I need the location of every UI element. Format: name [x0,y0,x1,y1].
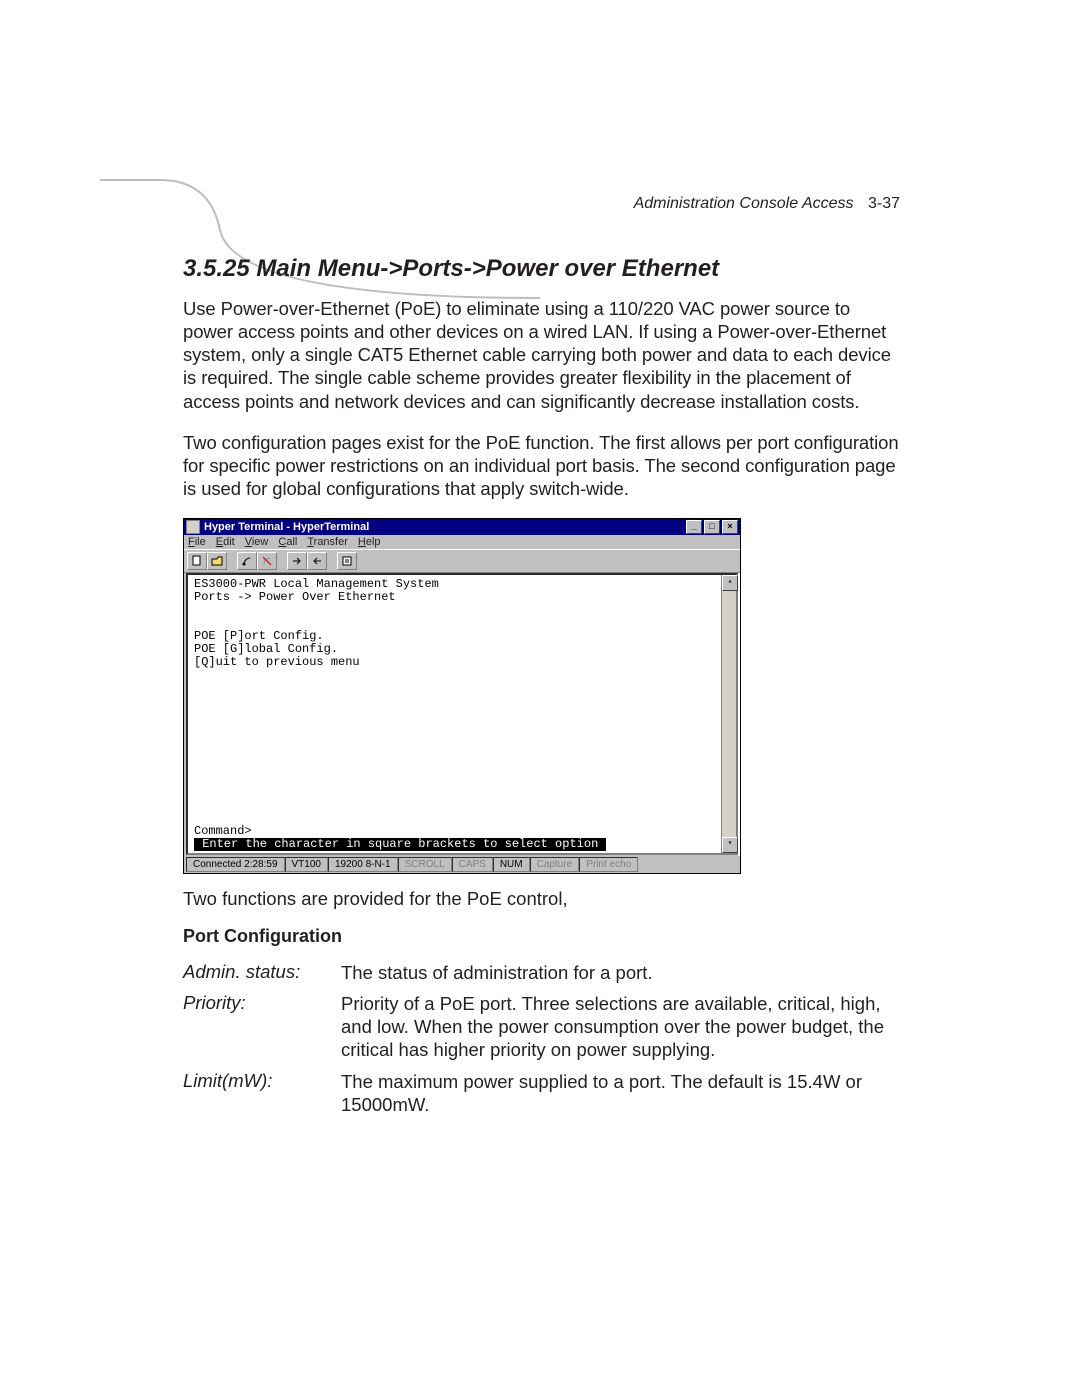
toolbar-disconnect-icon[interactable] [257,552,277,570]
def-desc: Priority of a PoE port. Three selections… [341,988,901,1065]
def-desc: The status of administration for a port. [341,957,901,988]
page-number: 3-37 [868,195,900,212]
paragraph-2: Two configuration pages exist for the Po… [183,431,901,500]
def-row-admin-status: Admin. status: The status of administrat… [183,957,901,988]
status-capture: Capture [530,857,580,872]
toolbar-open-icon[interactable] [207,552,227,570]
toolbar [184,549,740,573]
menubar: File Edit View Call Transfer Help [184,535,740,549]
port-config-heading: Port Configuration [183,926,901,947]
scroll-down-icon[interactable]: ▾ [722,837,738,853]
paragraph-1: Use Power-over-Ethernet (PoE) to elimina… [183,297,901,413]
term-line-1: ES3000-PWR Local Management System [194,577,439,591]
terminal-frame: ES3000-PWR Local Management System Ports… [186,573,738,855]
statusbar: Connected 2:28:59 VT100 19200 8-N-1 SCRO… [184,856,740,873]
running-title: Administration Console Access [634,195,854,212]
scroll-up-icon[interactable]: ▴ [722,575,738,591]
status-num: NUM [493,857,530,872]
term-opt-port: POE [P]ort Config. [194,629,324,643]
term-opt-global: POE [G]lobal Config. [194,642,338,656]
menu-call[interactable]: Call [278,536,297,548]
titlebar: Hyper Terminal - HyperTerminal _ □ × [184,519,740,535]
toolbar-new-icon[interactable] [187,552,207,570]
close-button[interactable]: × [722,520,738,534]
running-header: Administration Console Access 3-37 [634,195,900,213]
window-title: Hyper Terminal - HyperTerminal [204,521,686,533]
status-print-echo: Print echo [579,857,638,872]
status-scroll: SCROLL [398,857,452,872]
resize-grip-icon[interactable] [724,857,738,871]
status-emulation: VT100 [285,857,328,872]
section-heading: 3.5.25 Main Menu->Ports->Power over Ethe… [183,255,901,283]
app-icon [186,520,200,534]
status-connected: Connected 2:28:59 [186,857,285,872]
menu-edit[interactable]: Edit [216,536,235,548]
menu-file[interactable]: File [188,536,206,548]
page: Administration Console Access 3-37 3.5.2… [0,0,1080,1397]
menu-help[interactable]: Help [358,536,381,548]
toolbar-receive-icon[interactable] [307,552,327,570]
status-caps: CAPS [452,857,493,872]
definition-table: Admin. status: The status of administrat… [183,957,901,1120]
toolbar-connect-icon[interactable] [237,552,257,570]
paragraph-below-screenshot: Two functions are provided for the PoE c… [183,888,901,910]
status-line-settings: 19200 8-N-1 [328,857,398,872]
def-row-priority: Priority: Priority of a PoE port. Three … [183,988,901,1065]
def-row-limit: Limit(mW): The maximum power supplied to… [183,1066,901,1120]
term-prompt: Command> [194,824,252,838]
def-term: Admin. status: [183,957,341,988]
def-term: Priority: [183,988,341,1065]
toolbar-properties-icon[interactable] [337,552,357,570]
menu-view[interactable]: View [245,536,269,548]
maximize-button[interactable]: □ [704,520,720,534]
def-desc: The maximum power supplied to a port. Th… [341,1066,901,1120]
def-term: Limit(mW): [183,1066,341,1120]
terminal-scrollbar[interactable]: ▴ ▾ [721,575,736,853]
content-column: 3.5.25 Main Menu->Ports->Power over Ethe… [183,255,901,1120]
term-opt-quit: [Q]uit to previous menu [194,655,360,669]
terminal-output[interactable]: ES3000-PWR Local Management System Ports… [188,575,721,853]
toolbar-send-icon[interactable] [287,552,307,570]
scroll-track[interactable] [722,591,736,837]
menu-transfer[interactable]: Transfer [307,536,348,548]
hyperterminal-window: Hyper Terminal - HyperTerminal _ □ × Fil… [183,518,741,874]
minimize-button[interactable]: _ [686,520,702,534]
term-hint: Enter the character in square brackets t… [194,838,606,851]
term-line-2: Ports -> Power Over Ethernet [194,590,396,604]
